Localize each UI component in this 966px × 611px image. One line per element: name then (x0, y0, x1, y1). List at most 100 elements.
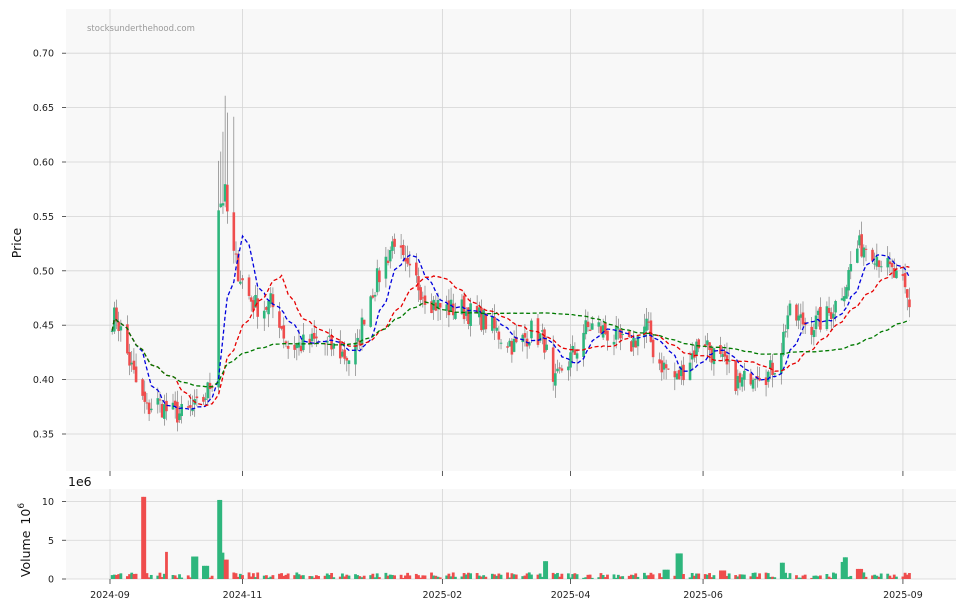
chart-canvas: stocksunderthehood.com 0.350.400.450.500… (9, 9, 956, 601)
candle-body (530, 320, 533, 339)
candle-body (438, 303, 442, 308)
candle-body (393, 238, 396, 247)
candle-body (766, 371, 770, 382)
candle-body (241, 278, 244, 281)
price-y-tick-label: 0.70 (33, 49, 54, 60)
volume-x-ticks: 2024-09 2024-11 2025-02 2025-04 2025-06 2025-… (90, 579, 923, 601)
candle-body (569, 352, 572, 368)
volume-bar (908, 573, 911, 579)
volume-bar (636, 576, 640, 579)
candle-body (849, 264, 853, 272)
volume-bar (606, 574, 609, 579)
candle-body (773, 373, 777, 375)
candle-body (697, 339, 701, 349)
x-tick-label: 2025-06 (683, 590, 723, 601)
candle-body (719, 345, 722, 354)
volume-bar (621, 576, 625, 579)
volume-bar (484, 576, 488, 579)
volume-bar (454, 576, 457, 579)
candle-body (401, 244, 405, 256)
volume-bar (347, 575, 351, 579)
volume-bar (773, 577, 777, 579)
price-y-tick-label: 0.65 (33, 103, 54, 114)
volume-bar (712, 575, 716, 579)
candle-body (560, 368, 564, 371)
volume-bar (788, 573, 792, 579)
volume-bar (377, 577, 381, 579)
candle-body (812, 330, 816, 338)
volume-bar (195, 556, 199, 579)
candle-body (590, 323, 594, 330)
candle-body (415, 262, 418, 276)
price-y-tick-label: 0.60 (33, 158, 54, 169)
candle-body (782, 331, 785, 356)
volume-bar (271, 575, 275, 579)
volume-bar (727, 573, 731, 579)
volume-bar (393, 575, 396, 579)
volume-bar (469, 573, 473, 579)
candle-body (373, 294, 377, 297)
volume-y-ticks: 0 5 10 (42, 497, 66, 586)
volume-bar (210, 575, 214, 579)
candle-body (286, 345, 290, 349)
candle-body (556, 368, 559, 372)
x-tick-label: 2024-09 (90, 590, 130, 601)
chart-figure: stocksunderthehood.com 0.35 0.40 0.45 0.50 0… (0, 0, 966, 611)
candle-body (588, 329, 592, 331)
candle-body (890, 262, 894, 268)
candle-body (903, 273, 907, 288)
volume-bar (834, 573, 837, 579)
volume-bar (895, 576, 898, 579)
candle-body (493, 316, 496, 329)
volume-bar (301, 575, 305, 579)
price-axis-title: Price (9, 227, 24, 258)
volume-bar (818, 575, 822, 579)
x-tick-label: 2024-11 (223, 590, 263, 601)
candle-body (497, 331, 501, 340)
candle-body (302, 334, 305, 351)
candle-body (343, 349, 346, 359)
candle-body (278, 311, 281, 328)
candle-body (651, 339, 655, 358)
candle-body (378, 270, 381, 283)
candle-body (388, 250, 392, 262)
candle-body (247, 277, 251, 296)
candle-body (682, 364, 685, 381)
candle-body (369, 296, 372, 327)
volume-bar (438, 577, 442, 579)
volume-bar (241, 575, 244, 579)
candle-body (189, 405, 192, 408)
x-tick-label: 2025-04 (551, 590, 591, 601)
volume-bar (575, 574, 579, 579)
candle-body (226, 184, 229, 212)
volume-axis-title-base: 10 (18, 509, 33, 525)
volume-bar (530, 574, 533, 579)
candle-body (751, 379, 755, 389)
candle-body (158, 399, 162, 401)
candle-body (667, 368, 670, 370)
price-plot-area (66, 9, 956, 471)
x-tick-label: 2025-02 (423, 590, 463, 601)
candle-body (239, 281, 242, 284)
candle-body (454, 311, 457, 319)
candle-body (688, 362, 692, 381)
candle-body (582, 332, 585, 357)
candle-body (834, 300, 837, 313)
candle-body (664, 364, 668, 369)
volume-axis-title-word: Volume (18, 530, 33, 577)
price-y-tick-label: 0.55 (33, 212, 54, 223)
candle-body (236, 253, 240, 282)
candle-body (832, 313, 835, 319)
candle-body (645, 318, 648, 331)
candle-body (606, 330, 609, 341)
volume-bar (742, 574, 746, 579)
candle-body (864, 248, 868, 250)
volume-bar (362, 575, 366, 579)
volume-bar (499, 574, 503, 579)
price-y-tick-label: 0.40 (33, 375, 54, 386)
candle-body (221, 203, 225, 206)
candle-body (856, 248, 859, 263)
candle-body (495, 327, 498, 331)
volume-bar (560, 573, 564, 579)
volume-bar (119, 573, 123, 579)
